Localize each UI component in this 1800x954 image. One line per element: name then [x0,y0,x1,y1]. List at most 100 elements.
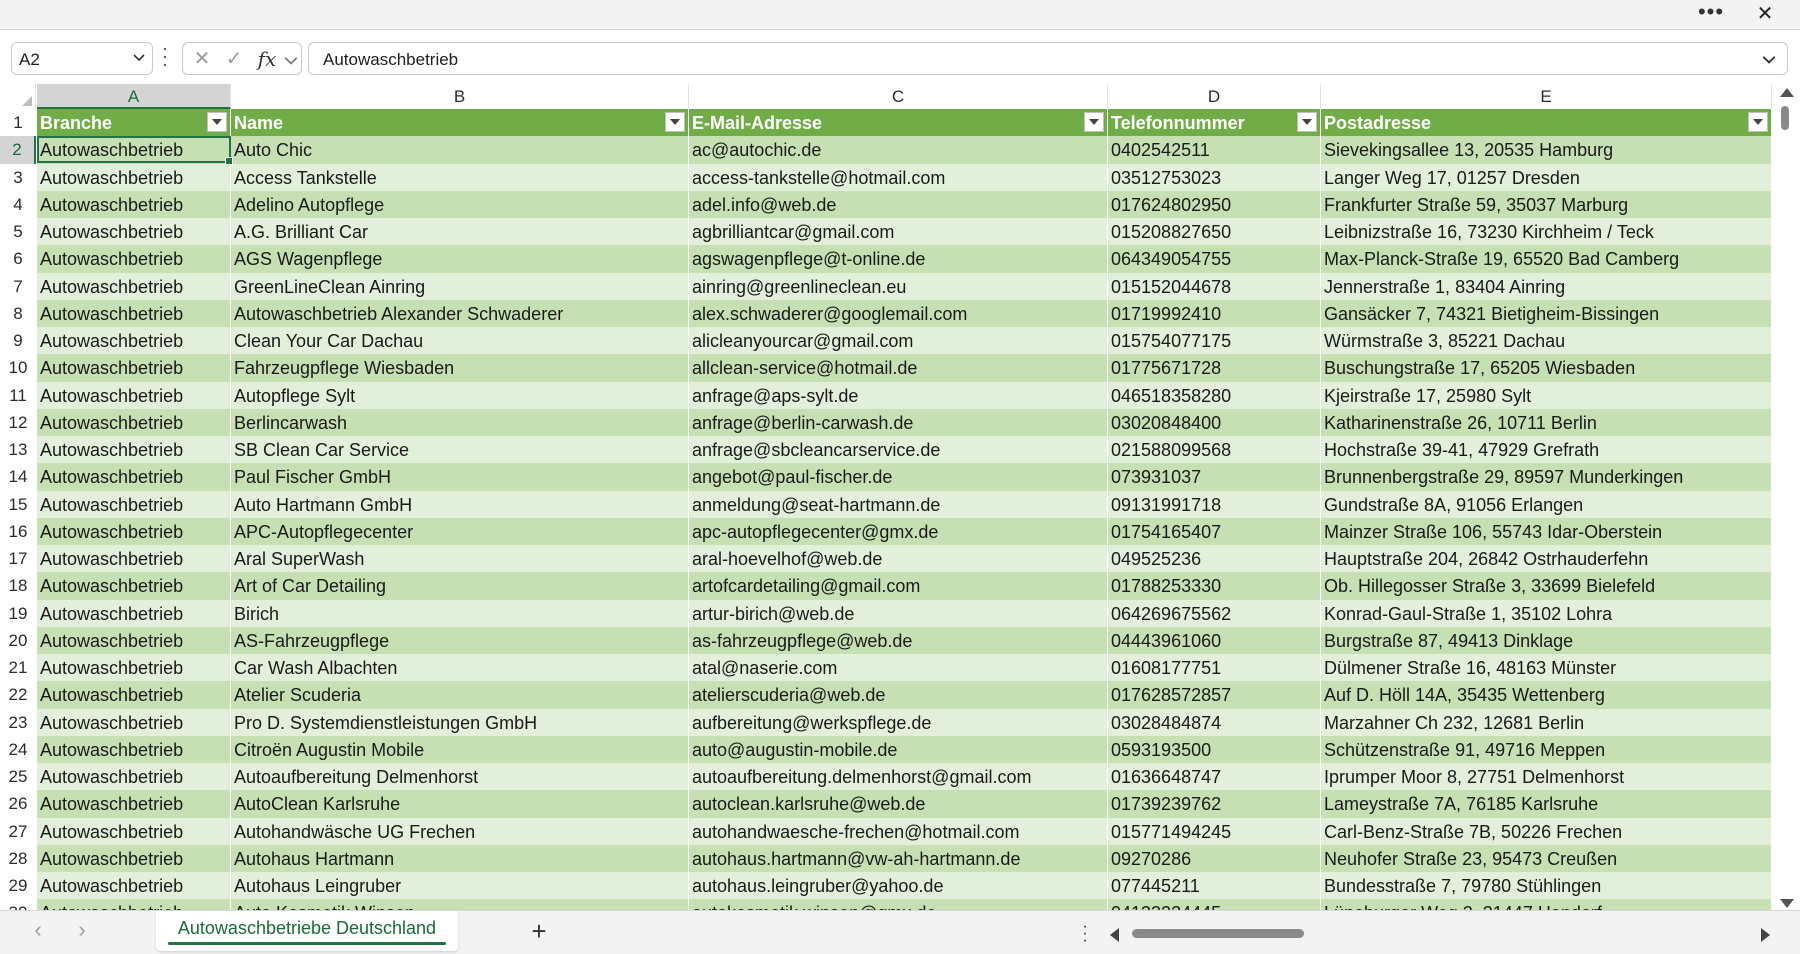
table-cell[interactable]: adel.info@web.de [689,190,1108,219]
table-cell[interactable]: Mainzer Straße 106, 55743 Idar-Oberstein [1321,517,1772,546]
table-cell[interactable]: autohaus.hartmann@vw-ah-hartmann.de [689,844,1108,873]
table-cell[interactable]: Car Wash Albachten [231,654,689,682]
table-cell[interactable]: Autowaschbetrieb [37,354,231,382]
scroll-right-icon[interactable] [1761,928,1770,942]
row-header[interactable]: 29 [0,872,36,900]
select-all-corner[interactable] [0,84,36,109]
row-header[interactable]: 16 [0,517,36,546]
table-cell[interactable]: Autowaschbetrieb [37,872,231,900]
table-cell[interactable]: Access Tankstelle [231,163,689,191]
table-cell[interactable]: 0402542511 [1108,136,1321,164]
chevron-down-icon[interactable] [132,50,146,64]
row-header[interactable]: 1 [0,109,36,137]
table-cell[interactable]: Leibnizstraße 16, 73230 Kirchheim / Teck [1321,218,1772,246]
table-cell[interactable]: Autowaschbetrieb [37,708,231,736]
table-cell[interactable]: 017624802950 [1108,190,1321,219]
table-cell[interactable]: 015754077175 [1108,327,1321,355]
table-cell[interactable]: APC-Autopflegecenter [231,517,689,546]
row-header[interactable]: 2 [0,136,36,164]
table-cell[interactable]: angebot@paul-fischer.de [689,463,1108,491]
table-cell[interactable]: Autoaufbereitung Delmenhorst [231,763,689,791]
table-cell[interactable]: 01739239762 [1108,790,1321,818]
table-cell[interactable]: Berlincarwash [231,408,689,437]
table-cell[interactable]: 01788253330 [1108,572,1321,600]
table-cell[interactable]: Autopflege Sylt [231,381,689,409]
table-cell[interactable]: Autowaschbetrieb [37,735,231,764]
filter-dropdown-icon[interactable] [207,112,227,132]
table-cell[interactable]: Birich [231,599,689,627]
table-cell[interactable]: Adelino Autopflege [231,190,689,219]
spreadsheet-grid[interactable]: ABCDE 1 Branche Name E-Mail-Adresse Telefonn… [0,84,1800,910]
table-cell[interactable]: Autowaschbetrieb [37,408,231,437]
table-cell[interactable]: aral-hoevelhof@web.de [689,545,1108,573]
row-header[interactable]: 27 [0,817,36,845]
table-cell[interactable]: AutoClean Karlsruhe [231,790,689,818]
row-header[interactable]: 3 [0,163,36,191]
table-cell[interactable]: Autowaschbetrieb [37,899,231,910]
table-cell[interactable]: Autowaschbetrieb [37,517,231,546]
table-cell[interactable]: autoaufbereitung.delmenhorst@gmail.com [689,763,1108,791]
table-cell[interactable]: GreenLineClean Ainring [231,272,689,300]
next-sheet-icon[interactable]: › [70,919,94,943]
table-cell[interactable]: 021588099568 [1108,436,1321,464]
row-header[interactable]: 15 [0,490,36,518]
row-header[interactable]: 26 [0,790,36,818]
table-cell[interactable]: Fahrzeugpflege Wiesbaden [231,354,689,382]
table-cell[interactable]: artur-birich@web.de [689,599,1108,627]
row-header[interactable]: 30 [0,899,36,910]
table-cell[interactable]: 03028484874 [1108,708,1321,736]
formula-bar-more-icon[interactable]: · · · [161,39,169,73]
scroll-up-icon[interactable] [1780,88,1794,97]
table-cell[interactable]: Jennerstraße 1, 83404 Ainring [1321,272,1772,300]
row-header[interactable]: 20 [0,626,36,655]
table-cell[interactable]: Hochstraße 39-41, 47929 Grefrath [1321,436,1772,464]
table-cell[interactable]: 0593193500 [1108,735,1321,764]
table-cell[interactable]: Auto Hartmann GmbH [231,490,689,518]
table-cell[interactable]: ac@autochic.de [689,136,1108,164]
cancel-formula-icon[interactable]: ✕ [189,47,215,71]
table-cell[interactable]: Lüneburger Weg 2, 21447 Handorf [1321,899,1772,910]
table-cell[interactable]: 064269675562 [1108,599,1321,627]
table-cell[interactable]: 015771494245 [1108,817,1321,845]
table-cell[interactable]: Autowaschbetrieb [37,763,231,791]
table-cell[interactable]: Langer Weg 17, 01257 Dresden [1321,163,1772,191]
table-cell[interactable]: alex.schwaderer@googlemail.com [689,299,1108,328]
column-header-e[interactable]: E [1321,84,1772,109]
row-header[interactable]: 9 [0,327,36,355]
table-cell[interactable]: AGS Wagenpflege [231,245,689,273]
table-cell[interactable]: 04133224445 [1108,899,1321,910]
chevron-down-icon[interactable] [283,52,299,68]
table-cell[interactable]: 01636648747 [1108,763,1321,791]
more-options-icon[interactable]: ••• [1696,1,1726,26]
table-cell[interactable]: Autowaschbetrieb [37,299,231,328]
close-icon[interactable]: ✕ [1750,2,1780,26]
table-cell[interactable]: 01775671728 [1108,354,1321,382]
column-header-d[interactable]: D [1108,84,1321,109]
scroll-left-icon[interactable] [1110,928,1119,942]
table-cell[interactable]: 073931037 [1108,463,1321,491]
table-cell[interactable]: Auto Kosmetik Winsen [231,899,689,910]
table-cell[interactable]: Burgstraße 87, 49413 Dinklage [1321,626,1772,655]
table-cell[interactable]: Autowaschbetrieb [37,681,231,709]
table-cell[interactable]: 049525236 [1108,545,1321,573]
row-header[interactable]: 23 [0,708,36,736]
previous-sheet-icon[interactable]: ‹ [26,919,50,943]
table-cell[interactable]: autohaus.leingruber@yahoo.de [689,872,1108,900]
add-sheet-button[interactable]: + [524,917,554,947]
header-cell[interactable]: Branche [37,109,231,137]
table-cell[interactable]: 03020848400 [1108,408,1321,437]
table-cell[interactable]: Bundesstraße 7, 79780 Stühlingen [1321,872,1772,900]
table-cell[interactable]: Autowaschbetrieb Alexander Schwaderer [231,299,689,328]
table-cell[interactable]: as-fahrzeugpflege@web.de [689,626,1108,655]
table-cell[interactable]: Kjeirstraße 17, 25980 Sylt [1321,381,1772,409]
table-cell[interactable]: Iprumper Moor 8, 27751 Delmenhorst [1321,763,1772,791]
table-cell[interactable]: allclean-service@hotmail.de [689,354,1108,382]
table-cell[interactable]: 01608177751 [1108,654,1321,682]
header-cell[interactable]: E-Mail-Adresse [689,109,1108,137]
table-cell[interactable]: Carl-Benz-Straße 7B, 50226 Frechen [1321,817,1772,845]
table-cell[interactable]: Lameystraße 7A, 76185 Karlsruhe [1321,790,1772,818]
filter-dropdown-icon[interactable] [665,112,685,132]
row-header[interactable]: 4 [0,190,36,219]
table-cell[interactable]: AS-Fahrzeugpflege [231,626,689,655]
insert-function-button[interactable]: fx [253,47,281,71]
